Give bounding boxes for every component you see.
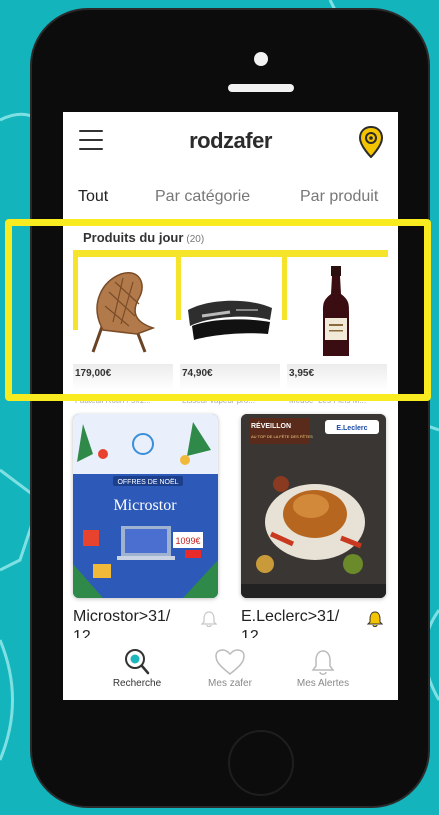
catalogue-cover[interactable]: RÉVEILLON AU TOP DE LA FÊTE DES FÊTES E.… — [241, 414, 386, 598]
highlight-bar — [73, 250, 388, 257]
catalogue-card-eleclerc[interactable]: RÉVEILLON AU TOP DE LA FÊTE DES FÊTES E.… — [241, 414, 386, 644]
catalogue-cover[interactable]: OFFRES DE NOËL Microstor 1099€ — [73, 414, 218, 598]
app-logo: rodzafer — [189, 128, 272, 153]
cover-brand: E.Leclerc — [336, 425, 367, 432]
cover-banner: RÉVEILLON — [251, 421, 291, 430]
home-button[interactable] — [228, 730, 294, 796]
bottom-navigation: Recherche Mes zafer Mes Alertes — [63, 644, 398, 700]
highlight-divider — [282, 250, 287, 320]
cover-banner: OFFRES DE NOËL — [117, 478, 178, 486]
nav-recherche[interactable]: Recherche — [87, 648, 187, 700]
map-pin-icon[interactable] — [359, 126, 383, 158]
catalogue-title: Microstor>31/ — [73, 608, 171, 625]
catalogue-card-microstor[interactable]: OFFRES DE NOËL Microstor 1099€ Microstor… — [73, 414, 218, 644]
app-header: rodzafer — [63, 112, 398, 172]
nav-label: Mes zafer — [208, 678, 252, 689]
catalogue-title: E.Leclerc>31/ — [241, 608, 340, 625]
highlight-divider — [73, 250, 78, 330]
highlight-divider — [176, 250, 181, 320]
cover-price: 1099€ — [175, 536, 200, 546]
catalogue-title-continued: 12 — [241, 628, 259, 638]
catalogues-grid: OFFRES DE NOËL Microstor 1099€ Microstor… — [63, 414, 398, 644]
filter-tabs: Tout Par catégorie Par produit — [63, 188, 398, 212]
tab-par-produit[interactable]: Par produit — [300, 188, 378, 206]
search-icon — [125, 649, 150, 675]
cover-subtitle: AU TOP DE LA FÊTE DES FÊTES — [251, 434, 313, 439]
nav-label: Mes Alertes — [296, 678, 350, 689]
catalogue-title-continued: 12 — [73, 628, 91, 638]
bell-icon — [311, 650, 335, 675]
bell-icon[interactable] — [201, 610, 217, 628]
bell-icon[interactable] — [367, 610, 383, 628]
nav-mes-alertes[interactable]: Mes Alertes — [273, 648, 373, 700]
highlight-frame — [5, 219, 431, 401]
nav-mes-zafer[interactable]: Mes zafer — [180, 648, 280, 700]
camera — [254, 52, 268, 66]
nav-label: Recherche — [112, 678, 162, 689]
cover-brand: Microstor — [113, 497, 177, 514]
speaker — [228, 84, 294, 92]
tab-tout[interactable]: Tout — [78, 188, 108, 206]
tab-par-categorie[interactable]: Par catégorie — [155, 188, 250, 206]
app-screen: rodzafer Tout Par catégorie Par produit … — [63, 112, 398, 700]
heart-icon — [215, 649, 245, 675]
